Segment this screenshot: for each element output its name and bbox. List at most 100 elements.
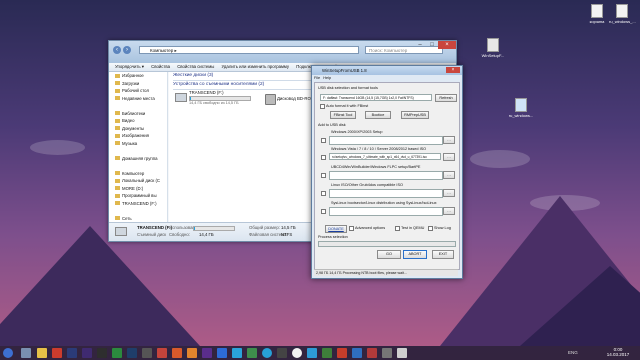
steam-taskbar-icon[interactable] xyxy=(127,348,137,358)
sidebar-item-downloads[interactable]: Загрузки xyxy=(109,80,167,88)
photoshop-taskbar-icon[interactable] xyxy=(67,348,77,358)
app-taskbar-icon-9[interactable] xyxy=(277,348,287,358)
sidebar-item-homegroup[interactable]: Домашняя группа xyxy=(109,155,167,163)
option-vista-checkbox[interactable] xyxy=(321,155,326,160)
sidebar-item-recent[interactable]: Недавние места xyxy=(109,95,167,103)
winsetup-desktop-icon[interactable]: WinSetupF... xyxy=(480,38,506,58)
sidebar-item-libraries[interactable]: Библиотеки xyxy=(109,110,167,118)
app-taskbar-icon-8[interactable] xyxy=(247,348,257,358)
bootice-button[interactable]: Bootice xyxy=(365,111,391,119)
option-xp-checkbox[interactable] xyxy=(321,138,326,143)
fbinst-tool-button[interactable]: FBinst Tool xyxy=(330,111,356,119)
sidebar-item-desktop[interactable]: Рабочий стол xyxy=(109,87,167,95)
app-taskbar-icon-4[interactable] xyxy=(157,348,167,358)
app-taskbar-icon-11[interactable] xyxy=(322,348,332,358)
status-usage-bar xyxy=(193,226,235,231)
skype-taskbar-icon[interactable] xyxy=(262,348,272,358)
option-bartpe-checkbox[interactable] xyxy=(321,173,326,178)
test-qemu-checkbox[interactable] xyxy=(395,226,400,231)
option-linux-path[interactable] xyxy=(329,189,443,198)
filezilla-taskbar-icon[interactable] xyxy=(337,348,347,358)
option-syslinux-checkbox[interactable] xyxy=(321,209,326,214)
system-properties-button[interactable]: Свойства системы xyxy=(177,64,214,69)
sidebar-item-favorites[interactable]: Избранное xyxy=(109,72,167,80)
sidebar-item-drive-c[interactable]: Локальный диск (C xyxy=(109,177,167,185)
language-indicator[interactable]: ENG xyxy=(568,350,578,355)
recycle-bin-icon[interactable]: корзина xyxy=(584,4,610,24)
dvd-drive-icon xyxy=(265,94,276,105)
explorer-taskbar-icon[interactable] xyxy=(37,348,47,358)
close-button[interactable]: × xyxy=(438,41,456,49)
menu-help[interactable]: Help xyxy=(323,76,331,80)
app-taskbar-icon-5[interactable] xyxy=(172,348,182,358)
app-taskbar-icon-2[interactable] xyxy=(112,348,122,358)
address-bar[interactable]: Компьютер ▸ xyxy=(139,46,359,54)
winsetup-close-button[interactable]: × xyxy=(446,67,460,73)
app-taskbar-icon-6[interactable] xyxy=(217,348,227,358)
taskbar: ENG 0:00 14.03.2017 xyxy=(0,346,640,360)
option-vista-browse[interactable]: … xyxy=(443,153,455,161)
sidebar-item-drive-f[interactable]: TRANSCEND (F:) xyxy=(109,200,167,208)
progress-bar xyxy=(318,241,456,247)
option-bartpe-path[interactable] xyxy=(329,171,443,180)
option-xp-path[interactable] xyxy=(329,136,443,145)
usb-drive-icon xyxy=(175,93,187,102)
taskbar-app-icon[interactable] xyxy=(21,348,31,358)
rmprepusb-button[interactable]: RMPrepUSB xyxy=(401,111,429,119)
app-taskbar-icon-14[interactable] xyxy=(382,348,392,358)
option-xp-browse[interactable]: … xyxy=(443,136,455,144)
forward-button[interactable]: › xyxy=(123,46,131,54)
winsetup-window: WinSetupFromUSB 1.8 × File Help USB disk… xyxy=(311,65,463,279)
clock[interactable]: 0:00 14.03.2017 xyxy=(600,347,636,357)
sidebar-item-pictures[interactable]: Изображения xyxy=(109,132,167,140)
usb-disk-select[interactable]: F: daffast: Transcend 16GB (14,5 (15,7GB… xyxy=(320,94,432,101)
option-syslinux-path[interactable] xyxy=(329,207,443,216)
exit-button[interactable]: EXIT xyxy=(432,250,454,259)
status-bar: 2,98 ГБ 14,4 ГБ Processing NTB boot file… xyxy=(314,269,458,276)
file-icon-2[interactable]: ru_windows... xyxy=(508,98,534,118)
autoformat-checkbox[interactable] xyxy=(320,104,325,109)
app-taskbar-icon-12[interactable] xyxy=(352,348,362,358)
navigation-pane: Избранное Загрузки Рабочий стол Недавние… xyxy=(109,72,168,222)
option-linux-checkbox[interactable] xyxy=(321,191,326,196)
aftereffects-taskbar-icon[interactable] xyxy=(202,348,212,358)
app-taskbar-icon-10[interactable] xyxy=(307,348,317,358)
organize-button[interactable]: Упорядочить ▾ xyxy=(115,64,144,69)
drive-transcend[interactable]: TRANSCEND (F:) 14,4 ГБ свободно из 14,5 … xyxy=(175,90,255,106)
sidebar-item-documents[interactable]: Документы xyxy=(109,125,167,133)
sidebar-item-program-drive[interactable]: Программный вы xyxy=(109,192,167,200)
sidebar-item-drive-d[interactable]: MORE (D:) xyxy=(109,185,167,193)
sidebar-item-video[interactable]: Видео xyxy=(109,117,167,125)
abort-button[interactable]: ABORT xyxy=(403,250,427,259)
app-taskbar-icon-1[interactable] xyxy=(97,348,107,358)
menu-file[interactable]: File xyxy=(314,76,320,80)
option-vista-path[interactable]: ru\setup\ru_windows_7_ultimate_with_sp1_… xyxy=(329,153,441,160)
yandex-taskbar-icon[interactable] xyxy=(292,348,302,358)
illustrator-taskbar-icon[interactable] xyxy=(187,348,197,358)
maximize-button[interactable]: □ xyxy=(426,41,438,49)
winsetup-taskbar-icon[interactable] xyxy=(397,348,407,358)
refresh-button[interactable]: Refresh xyxy=(435,94,457,102)
app-taskbar-icon-7[interactable] xyxy=(232,348,242,358)
uninstall-button[interactable]: Удалить или изменить программу xyxy=(222,64,290,69)
option-bartpe-browse[interactable]: … xyxy=(443,171,455,179)
show-log-checkbox[interactable] xyxy=(428,226,433,231)
premiere-taskbar-icon[interactable] xyxy=(82,348,92,358)
option-syslinux-browse[interactable]: … xyxy=(443,207,455,215)
sidebar-item-music[interactable]: Музыка xyxy=(109,140,167,148)
properties-button[interactable]: Свойства xyxy=(151,64,170,69)
advanced-options-checkbox[interactable] xyxy=(349,226,354,231)
back-button[interactable]: ‹ xyxy=(113,46,121,54)
file-icon[interactable]: ru_windows_... xyxy=(609,4,636,24)
app-taskbar-icon-13[interactable] xyxy=(367,348,377,358)
sidebar-item-network[interactable]: Сеть xyxy=(109,215,167,223)
opera-taskbar-icon[interactable] xyxy=(52,348,62,358)
start-button[interactable] xyxy=(3,348,13,358)
winsetup-body: USB disk selection and format tools F: d… xyxy=(314,82,460,270)
option-linux-browse[interactable]: … xyxy=(443,189,455,197)
sidebar-item-computer[interactable]: Компьютер xyxy=(109,170,167,178)
app-taskbar-icon-3[interactable] xyxy=(142,348,152,358)
minimize-button[interactable]: – xyxy=(414,41,426,49)
donate-button[interactable]: DONATE xyxy=(325,225,347,233)
go-button[interactable]: GO xyxy=(377,250,401,259)
